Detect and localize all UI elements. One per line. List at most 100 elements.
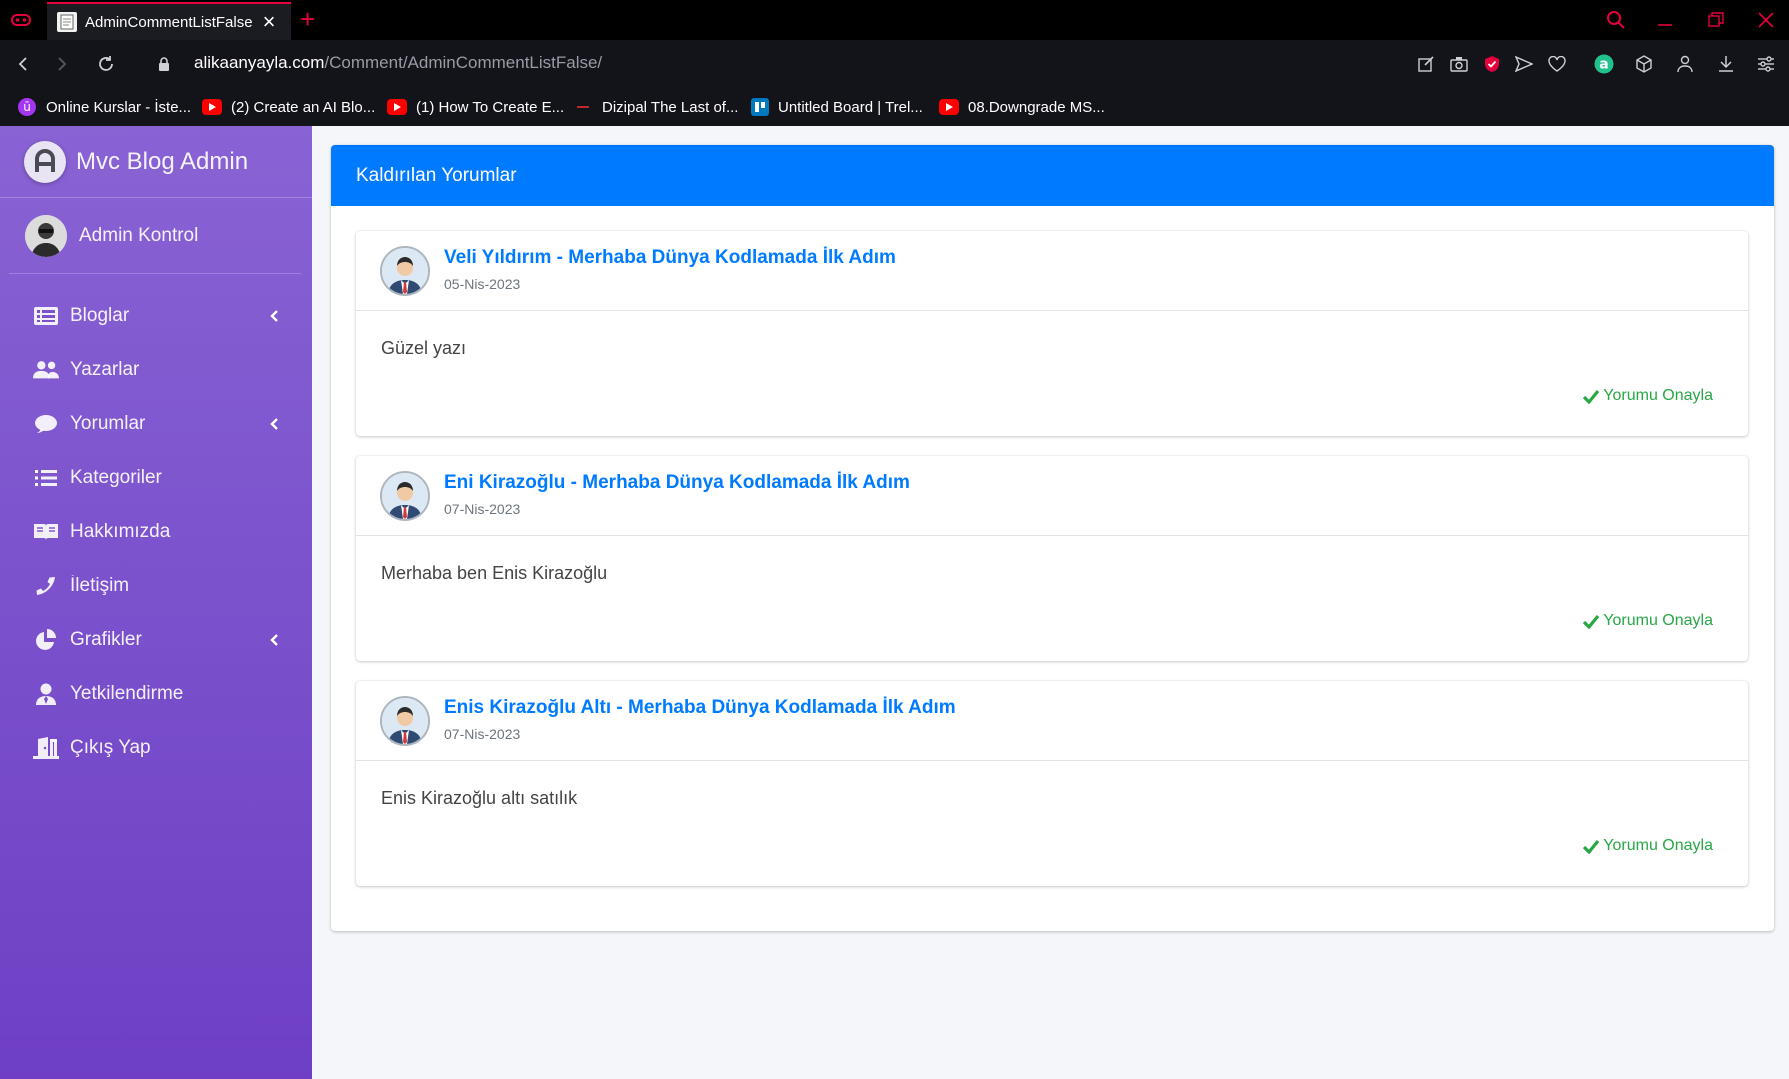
tab-title: AdminCommentListFalse bbox=[85, 13, 253, 31]
minimize-icon[interactable] bbox=[1650, 6, 1680, 34]
active-tab[interactable]: AdminCommentListFalse × bbox=[47, 2, 291, 40]
restore-icon[interactable] bbox=[1701, 6, 1731, 34]
check-icon bbox=[1582, 838, 1600, 854]
sidebar-item-label: Yetkilendirme bbox=[70, 683, 184, 704]
sidebar-item-cikis-yap[interactable]: Çıkış Yap bbox=[0, 721, 312, 775]
sidebar-item-label: Hakkımızda bbox=[70, 521, 171, 542]
removed-comments-card: Kaldırılan Yorumlar Veli Yıldırım - Merh… bbox=[331, 145, 1774, 931]
bookmark-item[interactable]: Dizipal The Last of... bbox=[573, 97, 738, 117]
list-icon bbox=[33, 466, 59, 490]
book-open-icon bbox=[33, 520, 59, 544]
document-icon bbox=[57, 12, 77, 32]
user-avatar-icon bbox=[380, 246, 430, 296]
list-alt-icon bbox=[33, 304, 59, 328]
bookmark-item[interactable]: (2) Create an AI Blo... bbox=[202, 97, 375, 117]
post-header: Veli Yıldırım - Merhaba Dünya Kodlamada … bbox=[356, 231, 1748, 311]
main-content: Kaldırılan Yorumlar Veli Yıldırım - Merh… bbox=[312, 126, 1789, 1079]
search-icon[interactable] bbox=[1601, 6, 1631, 34]
download-icon[interactable] bbox=[1714, 52, 1738, 76]
card-header: Kaldırılan Yorumlar bbox=[331, 145, 1774, 206]
door-open-icon bbox=[33, 736, 59, 760]
approve-comment-button[interactable]: Yorumu Onayla bbox=[1582, 387, 1713, 405]
user-panel[interactable]: Admin Kontrol bbox=[9, 198, 301, 274]
brand-name: Mvc Blog Admin bbox=[76, 147, 249, 175]
browser-titlebar: AdminCommentListFalse × + bbox=[0, 0, 1789, 40]
comment-title-link[interactable]: Enis Kirazoğlu Altı - Merhaba Dünya Kodl… bbox=[444, 697, 956, 719]
comment-date: 07-Nis-2023 bbox=[444, 501, 521, 517]
chevron-left-icon bbox=[266, 307, 282, 325]
bookmarks-bar: ū Online Kurslar - İste... (2) Create an… bbox=[0, 88, 1789, 126]
sidebar-item-yazarlar[interactable]: Yazarlar bbox=[0, 343, 312, 397]
send-icon[interactable] bbox=[1512, 52, 1536, 76]
check-icon bbox=[1582, 388, 1600, 404]
comment-body: Merhaba ben Enis Kirazoğlu bbox=[381, 563, 608, 583]
approve-comment-button[interactable]: Yorumu Onayla bbox=[1582, 612, 1713, 630]
user-avatar-icon bbox=[380, 471, 430, 521]
comment-date: 05-Nis-2023 bbox=[444, 276, 521, 292]
adblock-shield-icon[interactable] bbox=[1480, 52, 1504, 76]
bookmark-label: (1) How To Create E... bbox=[416, 98, 565, 116]
sidebar-item-label: Bloglar bbox=[70, 305, 130, 326]
back-icon[interactable] bbox=[11, 52, 35, 76]
sidebar-item-iletisim[interactable]: İletişim bbox=[0, 559, 312, 613]
cube-icon[interactable] bbox=[1632, 52, 1656, 76]
sidebar-item-label: Kategoriler bbox=[70, 467, 162, 488]
comment-post: Eni Kirazoğlu - Merhaba Dünya Kodlamada … bbox=[356, 456, 1748, 661]
bookmark-item[interactable]: 08.Downgrade MS... bbox=[939, 97, 1105, 117]
sidebar-item-grafikler[interactable]: Grafikler bbox=[0, 613, 312, 667]
brand-link[interactable]: Mvc Blog Admin bbox=[0, 126, 312, 198]
approve-label: Yorumu Onayla bbox=[1603, 612, 1713, 629]
comment-title-link[interactable]: Veli Yıldırım - Merhaba Dünya Kodlamada … bbox=[444, 247, 896, 269]
bookmark-item[interactable]: ū Online Kurslar - İste... bbox=[17, 97, 191, 117]
sidebar-item-label: Grafikler bbox=[70, 629, 142, 650]
comment-icon bbox=[33, 412, 59, 436]
comment-title-link[interactable]: Eni Kirazoğlu - Merhaba Dünya Kodlamada … bbox=[444, 472, 910, 494]
approve-label: Yorumu Onayla bbox=[1603, 837, 1713, 854]
bookmark-label: Untitled Board | Trel... bbox=[778, 98, 923, 116]
sidebar-item-yorumlar[interactable]: Yorumlar bbox=[0, 397, 312, 451]
chevron-left-icon bbox=[266, 415, 282, 433]
user-avatar-icon bbox=[380, 696, 430, 746]
sidebar-item-bloglar[interactable]: Bloglar bbox=[0, 289, 312, 343]
sidebar-item-label: İletişim bbox=[70, 575, 130, 596]
close-window-icon[interactable] bbox=[1751, 6, 1781, 34]
bookmark-item[interactable]: Untitled Board | Trel... bbox=[751, 97, 923, 117]
sidebar-item-label: Çıkış Yap bbox=[70, 737, 151, 758]
dizipal-icon bbox=[573, 99, 593, 115]
phone-icon bbox=[33, 574, 59, 598]
udemy-icon: ū bbox=[17, 98, 37, 116]
sidebar-item-hakkimizda[interactable]: Hakkımızda bbox=[0, 505, 312, 559]
bookmark-item[interactable]: (1) How To Create E... bbox=[387, 97, 564, 117]
chevron-left-icon bbox=[266, 631, 282, 649]
bookmark-label: Dizipal The Last of... bbox=[602, 98, 739, 116]
lock-icon[interactable] bbox=[152, 52, 176, 76]
comment-post: Enis Kirazoğlu Altı - Merhaba Dünya Kodl… bbox=[356, 681, 1748, 886]
users-icon bbox=[33, 358, 59, 382]
sidebar: Mvc Blog Admin Admin Kontrol Bloglar Yaz… bbox=[0, 126, 312, 1079]
youtube-icon bbox=[202, 99, 222, 115]
youtube-icon bbox=[939, 99, 959, 115]
url-field[interactable]: alikaanyayla.com/Comment/AdminCommentLis… bbox=[194, 53, 602, 73]
chart-pie-icon bbox=[33, 628, 59, 652]
heart-icon[interactable] bbox=[1545, 52, 1569, 76]
extension-a-icon[interactable]: a bbox=[1592, 52, 1616, 76]
sidebar-item-kategoriler[interactable]: Kategoriler bbox=[0, 451, 312, 505]
post-header: Enis Kirazoğlu Altı - Merhaba Dünya Kodl… bbox=[356, 681, 1748, 761]
forward-icon[interactable] bbox=[50, 52, 74, 76]
address-bar: alikaanyayla.com/Comment/AdminCommentLis… bbox=[0, 40, 1789, 88]
opera-gx-menu-icon[interactable] bbox=[8, 8, 34, 32]
sidebar-item-yetkilendirme[interactable]: Yetkilendirme bbox=[0, 667, 312, 721]
tab-close-icon[interactable]: × bbox=[257, 11, 281, 33]
svg-text:ū: ū bbox=[23, 100, 31, 114]
sidebar-menu: Bloglar Yazarlar Yorumlar Kategoriler Ha… bbox=[0, 289, 312, 775]
reload-icon[interactable] bbox=[94, 52, 118, 76]
easy-setup-icon[interactable] bbox=[1754, 52, 1778, 76]
profile-icon[interactable] bbox=[1673, 52, 1697, 76]
camera-icon[interactable] bbox=[1447, 52, 1471, 76]
post-header: Eni Kirazoğlu - Merhaba Dünya Kodlamada … bbox=[356, 456, 1748, 536]
new-tab-icon[interactable]: + bbox=[300, 4, 315, 34]
approve-label: Yorumu Onayla bbox=[1603, 387, 1713, 404]
edit-icon[interactable] bbox=[1414, 52, 1438, 76]
approve-comment-button[interactable]: Yorumu Onayla bbox=[1582, 837, 1713, 855]
bookmark-label: (2) Create an AI Blo... bbox=[231, 98, 376, 116]
